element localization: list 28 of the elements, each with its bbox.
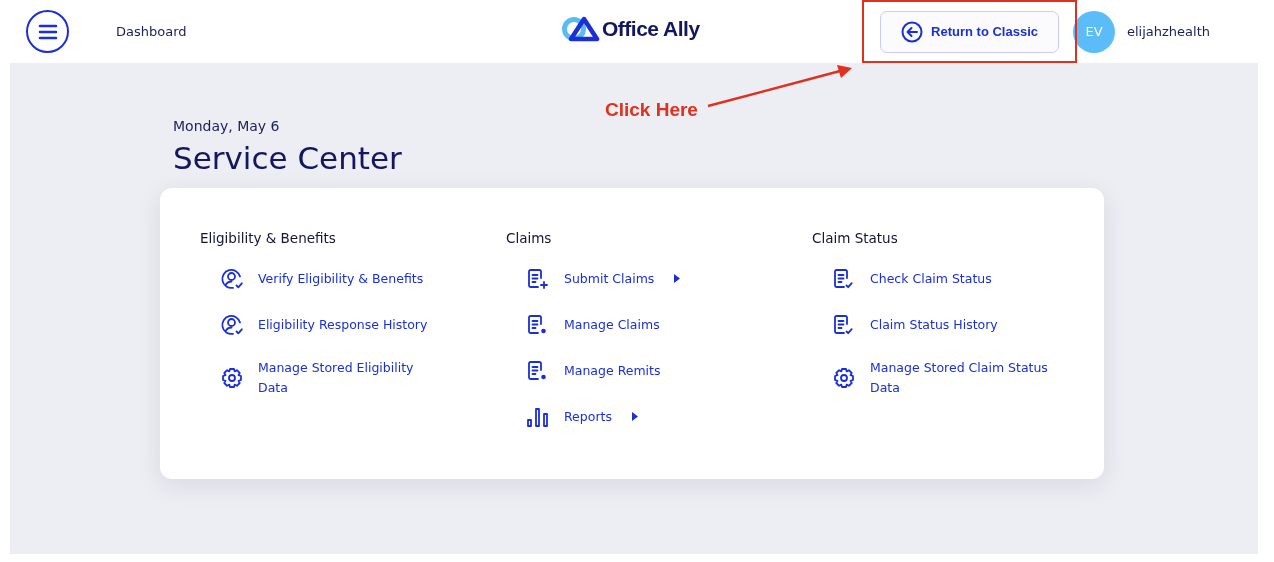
username[interactable]: elijahzhealth	[1127, 24, 1210, 39]
service-link[interactable]: Claim Status History	[832, 312, 1082, 337]
service-link[interactable]: Check Claim Status	[832, 266, 1082, 291]
service-link[interactable]: Verify Eligibility & Benefits	[220, 266, 470, 291]
service-link[interactable]: Reports	[526, 404, 776, 429]
service-link[interactable]: Manage Claims	[526, 312, 776, 337]
person-check-icon	[220, 312, 244, 337]
logo-text: Office Ally	[602, 17, 700, 41]
gear-icon	[832, 366, 856, 390]
service-link[interactable]: Manage Stored Claim Status Data	[832, 358, 1082, 398]
gear-icon	[220, 366, 244, 390]
service-link[interactable]: Eligibility Response History	[220, 312, 470, 337]
section-heading: Claim Status	[812, 230, 899, 246]
menu-icon	[37, 23, 58, 40]
logo-icon	[562, 16, 600, 42]
page-title: Service Center	[173, 140, 403, 176]
service-link[interactable]: Submit Claims	[526, 266, 776, 291]
dashboard-link[interactable]: Dashboard	[116, 24, 187, 39]
menu-button[interactable]	[26, 10, 69, 53]
document-plus-icon	[526, 266, 550, 291]
service-link[interactable]: Manage Remits	[526, 358, 776, 383]
person-check-icon	[220, 266, 244, 291]
return-to-classic-button[interactable]: Return to Classic	[880, 10, 1059, 53]
section-heading: Eligibility & Benefits	[200, 230, 337, 246]
section-heading: Claims	[506, 230, 553, 246]
service-link[interactable]: Manage Stored Eligibility Data	[220, 358, 470, 398]
annotation-label: Click Here	[605, 99, 698, 120]
date-label: Monday, May 6	[173, 118, 281, 134]
